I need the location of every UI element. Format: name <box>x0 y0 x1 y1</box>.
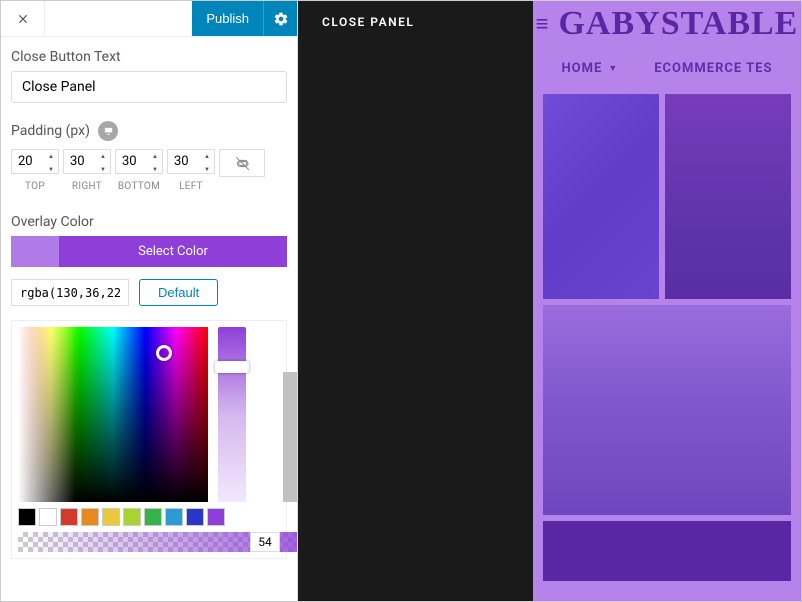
unlink-icon <box>235 156 250 171</box>
swatch[interactable] <box>39 508 57 526</box>
spinner[interactable]: ▲▼ <box>148 150 162 176</box>
swatch[interactable] <box>144 508 162 526</box>
spinner[interactable]: ▲▼ <box>200 150 214 176</box>
select-color-label: Select Color <box>59 236 287 267</box>
sv-cursor[interactable] <box>156 345 172 361</box>
preset-swatches <box>18 508 280 526</box>
hamburger-icon[interactable]: ≡ <box>536 11 549 37</box>
link-values-toggle[interactable] <box>219 149 265 177</box>
settings-button[interactable] <box>263 1 297 36</box>
swatch[interactable] <box>18 508 36 526</box>
close-panel-text[interactable]: CLOSE PANEL <box>298 1 533 43</box>
close-button-text-label: Close Button Text <box>11 49 287 65</box>
spinner[interactable]: ▲▼ <box>44 150 58 176</box>
padding-right-caption: RIGHT <box>63 181 111 192</box>
gear-icon <box>273 11 289 27</box>
swatch[interactable] <box>186 508 204 526</box>
swatch[interactable] <box>207 508 225 526</box>
padding-top-caption: TOP <box>11 181 59 192</box>
site-title[interactable]: GABYSTABLE <box>558 5 798 43</box>
gallery-image[interactable] <box>543 521 791 581</box>
nav-home[interactable]: HOME▼ <box>561 61 618 76</box>
spinner[interactable]: ▲▼ <box>96 150 110 176</box>
gallery-image[interactable] <box>543 94 659 299</box>
scrollbar-thumb[interactable] <box>283 372 297 502</box>
close-sidebar-button[interactable] <box>1 1 45 36</box>
swatch[interactable] <box>165 508 183 526</box>
padding-left-caption: LEFT <box>167 181 215 192</box>
gallery-image[interactable] <box>543 305 791 515</box>
device-icon-chip[interactable] <box>98 121 118 141</box>
off-canvas-panel: CLOSE PANEL <box>298 1 533 601</box>
chevron-down-icon: ▼ <box>608 63 618 74</box>
swatch[interactable] <box>123 508 141 526</box>
select-color-button[interactable]: Select Color <box>11 236 287 267</box>
hue-slider[interactable] <box>218 327 246 502</box>
current-color-swatch <box>11 236 59 267</box>
customizer-sidebar: Publish Close Button Text Padding (px) ▲… <box>1 1 298 601</box>
close-button-text-input[interactable] <box>11 71 287 103</box>
saturation-value-area[interactable] <box>18 327 208 502</box>
hue-thumb[interactable] <box>215 361 249 373</box>
swatch[interactable] <box>81 508 99 526</box>
top-bar: Publish <box>1 1 297 37</box>
alpha-input[interactable] <box>250 532 280 552</box>
site-preview: ≡ GABYSTABLE HOME▼ ECOMMERCE TES <box>533 1 801 601</box>
color-value-input[interactable] <box>11 279 129 306</box>
swatch[interactable] <box>60 508 78 526</box>
preview-area: CLOSE PANEL ≡ GABYSTABLE HOME▼ ECOMMERCE… <box>298 1 801 601</box>
color-picker <box>11 320 287 559</box>
padding-label: Padding (px) <box>11 123 90 139</box>
swatch[interactable] <box>102 508 120 526</box>
default-button[interactable]: Default <box>139 279 218 306</box>
padding-bottom-caption: BOTTOM <box>115 181 163 192</box>
gallery-image[interactable] <box>665 94 791 299</box>
publish-button[interactable]: Publish <box>192 1 263 36</box>
close-icon <box>16 12 30 26</box>
desktop-icon <box>103 126 114 137</box>
nav-ecommerce[interactable]: ECOMMERCE TES <box>654 61 772 76</box>
overlay-color-label: Overlay Color <box>11 214 287 230</box>
panel-body: Close Button Text Padding (px) ▲▼ ▲▼ ▲▼ … <box>1 37 297 601</box>
